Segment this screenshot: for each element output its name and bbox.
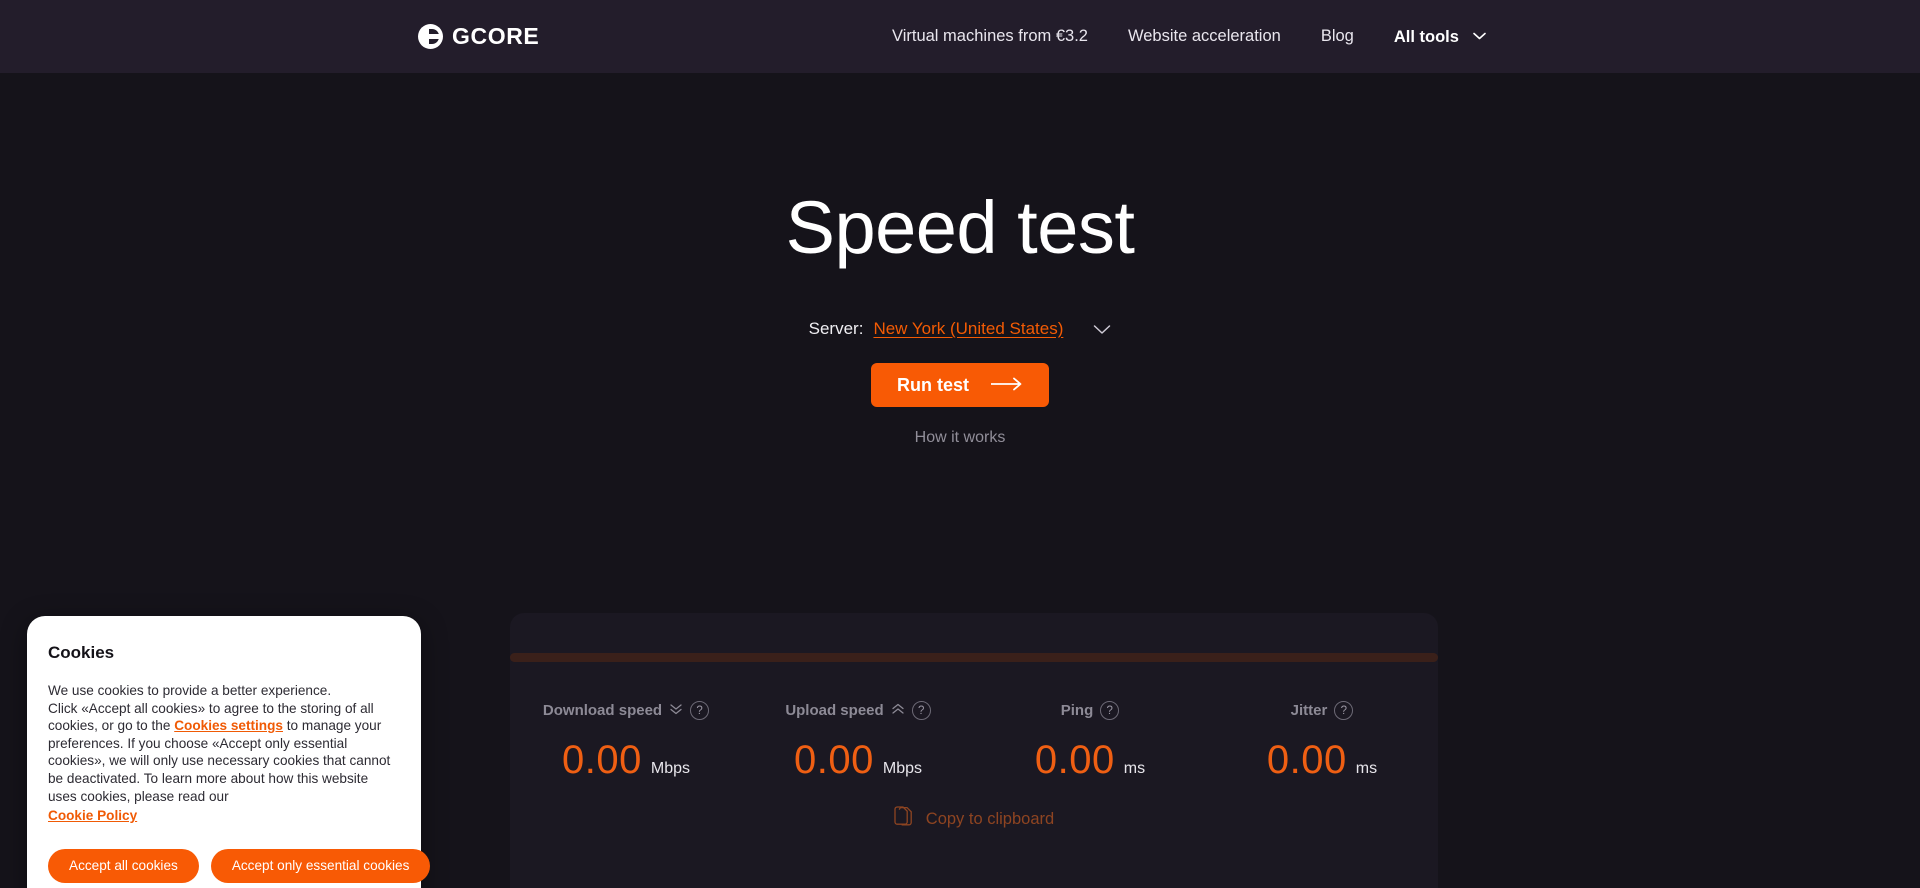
metric-jitter-unit: ms: [1355, 760, 1378, 777]
metric-jitter-value-row: 0.00 ms: [1206, 738, 1438, 783]
server-label: Server:: [808, 319, 864, 338]
metric-download-value: 0.00: [562, 738, 642, 782]
how-it-works-link[interactable]: How it works: [915, 429, 1006, 446]
arrow-right-icon: [990, 375, 1023, 396]
cookies-body-line-1: We use cookies to provide a better exper…: [48, 683, 332, 698]
metric-jitter-label: Jitter: [1290, 702, 1328, 719]
metric-upload-unit: Mbps: [882, 760, 922, 777]
cookies-modal-actions: Accept all cookies Accept only essential…: [48, 848, 431, 883]
metric-download-value-row: 0.00 Mbps: [510, 738, 742, 783]
metric-jitter: Jitter ? 0.00 ms: [1206, 701, 1438, 783]
metric-download-label: Download speed: [542, 702, 663, 719]
run-test-row: Run test: [0, 363, 1920, 407]
copy-icon: [894, 806, 914, 833]
site-header: GCORE Virtual machines from €3.2 Website…: [0, 0, 1920, 73]
metrics-row: Download speed ? 0.00 Mbps Upload speed: [510, 701, 1438, 783]
metric-download-help-icon[interactable]: ?: [690, 701, 710, 720]
run-test-button[interactable]: Run test: [871, 363, 1049, 407]
copy-to-clipboard-label: Copy to clipboard: [925, 810, 1055, 828]
metric-jitter-value: 0.00: [1266, 738, 1347, 782]
metric-ping-unit: ms: [1123, 760, 1146, 777]
main-content: Speed test Server: New York (United Stat…: [0, 73, 1920, 888]
server-value[interactable]: New York (United States): [873, 319, 1063, 339]
nav-item-all-tools-label: All tools: [1393, 28, 1459, 46]
metric-download-header: Download speed ?: [510, 701, 742, 720]
server-selector-row: Server: New York (United States): [0, 319, 1920, 339]
nav-item-all-tools[interactable]: All tools: [1374, 26, 1506, 47]
metric-ping-value: 0.00: [1034, 738, 1115, 782]
copy-to-clipboard-button[interactable]: Copy to clipboard: [510, 806, 1438, 833]
metric-upload-speed: Upload speed ? 0.00 Mbps: [742, 701, 974, 783]
nav-item-blog[interactable]: Blog: [1301, 27, 1374, 46]
metric-jitter-header: Jitter ?: [1206, 701, 1438, 720]
accept-essential-cookies-button[interactable]: Accept only essential cookies: [210, 848, 431, 883]
metric-ping-help-icon[interactable]: ?: [1100, 701, 1120, 720]
metric-upload-label: Upload speed: [785, 702, 884, 719]
nav-item-website-acceleration[interactable]: Website acceleration: [1108, 27, 1301, 46]
metric-ping-header: Ping ?: [974, 701, 1206, 720]
gcore-logo-icon: [418, 24, 443, 49]
page-title: Speed test: [785, 186, 1135, 269]
nav-item-virtual-machines[interactable]: Virtual machines from €3.2: [872, 27, 1108, 46]
accept-all-cookies-button[interactable]: Accept all cookies: [48, 848, 199, 883]
metric-jitter-help-icon[interactable]: ?: [1334, 701, 1354, 720]
metric-download-unit: Mbps: [650, 760, 690, 777]
metric-download-speed: Download speed ? 0.00 Mbps: [510, 701, 742, 783]
cookies-settings-link[interactable]: Cookies settings: [174, 718, 283, 733]
metric-ping-value-row: 0.00 ms: [974, 738, 1206, 783]
metric-upload-help-icon[interactable]: ?: [911, 701, 931, 720]
double-chevron-up-icon: [891, 702, 905, 719]
gcore-logo-text: GCORE: [452, 23, 540, 49]
cookies-modal-title: Cookies: [48, 643, 115, 662]
results-card: Download speed ? 0.00 Mbps Upload speed: [510, 613, 1438, 888]
double-chevron-down-icon: [669, 702, 683, 719]
run-test-button-label: Run test: [897, 374, 969, 395]
progress-bar-fill: [510, 653, 1438, 662]
cookies-modal: Cookies We use cookies to provide a bett…: [27, 616, 431, 888]
gcore-logo[interactable]: GCORE: [418, 23, 539, 50]
chevron-down-icon: [1472, 26, 1486, 45]
main-navigation: Virtual machines from €3.2 Website accel…: [872, 26, 1506, 47]
server-dropdown-chevron-down-icon[interactable]: [1093, 324, 1111, 335]
cookie-policy-link[interactable]: Cookie Policy: [48, 807, 137, 825]
metric-upload-header: Upload speed ?: [742, 701, 974, 720]
cookies-modal-body: We use cookies to provide a better exper…: [48, 682, 400, 825]
metric-ping: Ping ? 0.00 ms: [974, 701, 1206, 783]
metric-upload-value-row: 0.00 Mbps: [742, 738, 974, 783]
metric-upload-value: 0.00: [794, 738, 874, 782]
progress-bar-track: [510, 653, 1438, 662]
metric-ping-label: Ping: [1060, 702, 1094, 719]
how-it-works-row: How it works: [0, 429, 1920, 447]
